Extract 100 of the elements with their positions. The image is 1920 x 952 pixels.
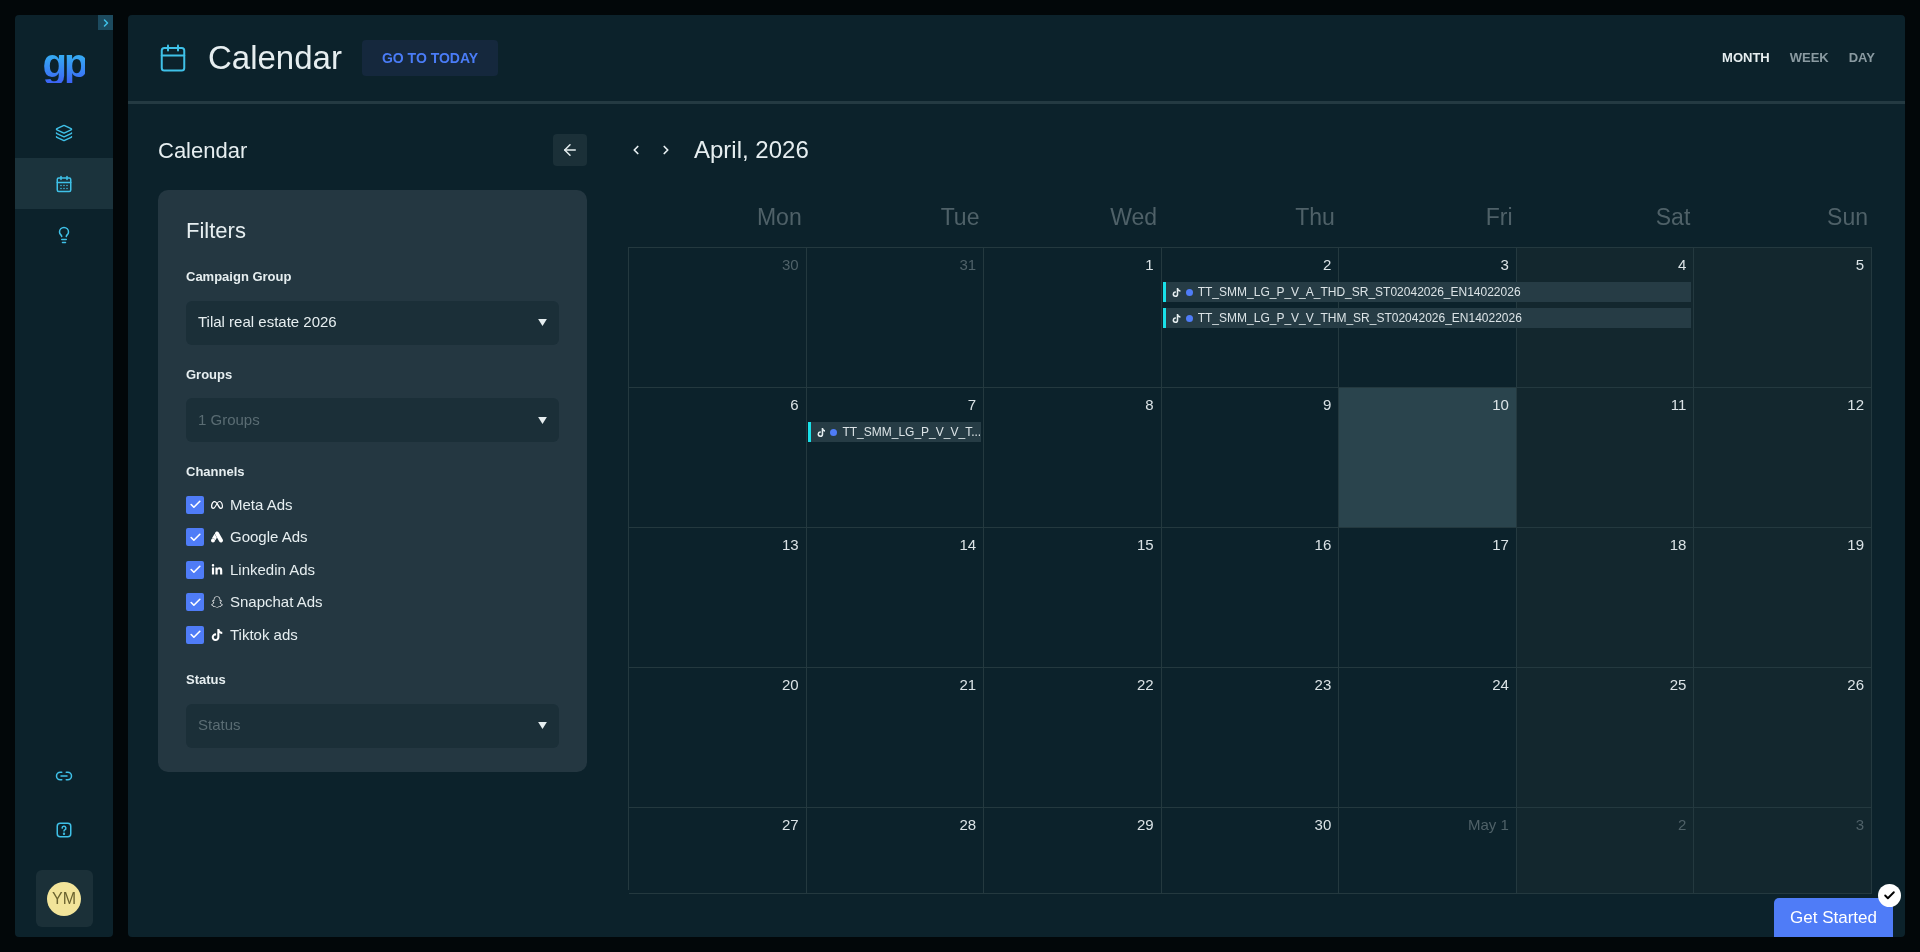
day-number: 11	[1670, 395, 1687, 415]
day-cell[interactable]: 10	[1339, 388, 1517, 528]
view-tab[interactable]: WEEK	[1789, 48, 1829, 68]
weekday-header: Wed	[1110, 203, 1158, 232]
day-number: 2	[1678, 815, 1687, 835]
dropdown-field[interactable]: Tilal real estate 2026	[186, 300, 559, 345]
day-cell[interactable]: 1	[984, 248, 1162, 388]
tiktok-icon	[211, 628, 223, 641]
google-ads-icon	[211, 531, 223, 544]
check-icon	[1883, 889, 1896, 902]
channel-label: Meta Ads	[230, 494, 293, 515]
day-number: 28	[959, 815, 977, 835]
checkbox[interactable]	[186, 625, 204, 644]
day-number: 10	[1492, 395, 1509, 415]
day-number: 14	[959, 535, 977, 555]
tiktok-icon	[816, 427, 826, 437]
view-tab[interactable]: DAY	[1848, 48, 1875, 68]
day-number: 27	[781, 815, 799, 835]
checkbox[interactable]	[186, 560, 204, 579]
day-number: 2	[1322, 255, 1332, 275]
channel-label: Tiktok ads	[230, 624, 298, 645]
checkbox[interactable]	[186, 528, 204, 547]
day-number: 25	[1669, 675, 1687, 695]
day-cell[interactable]: 26	[1694, 668, 1872, 808]
avatar: YM	[47, 881, 81, 916]
day-cell[interactable]: 17	[1339, 528, 1517, 668]
card-title: Filters	[186, 217, 247, 245]
day-cell[interactable]: 15	[984, 528, 1162, 668]
layers-icon	[55, 123, 73, 142]
checkbox[interactable]	[186, 495, 204, 514]
linkedin-icon	[211, 563, 223, 576]
day-number: 7	[967, 395, 977, 415]
day-cell[interactable]: 19	[1694, 528, 1872, 668]
day-cell[interactable]: 16	[1161, 528, 1340, 668]
sidebar-toggle-button[interactable]	[98, 15, 113, 30]
day-cell[interactable]: 22	[984, 668, 1162, 808]
day-cell[interactable]: 13	[629, 528, 807, 668]
day-number: 8	[1145, 395, 1154, 415]
check-icon	[188, 595, 202, 609]
day-cell[interactable]: 25	[1516, 668, 1695, 808]
day-cell[interactable]: 14	[806, 528, 985, 668]
day-number: 3	[1855, 815, 1864, 835]
back-button[interactable]	[553, 134, 587, 166]
day-cell[interactable]: 5	[1694, 248, 1872, 388]
day-number: 19	[1847, 535, 1864, 555]
channel-label: Snapchat Ads	[230, 592, 323, 612]
panel-title: Calendar	[158, 136, 248, 165]
day-cell[interactable]: 24	[1339, 668, 1517, 808]
help-icon	[55, 821, 73, 839]
day-number: 9	[1322, 395, 1332, 415]
day-number: 20	[781, 675, 799, 695]
day-number: 4	[1678, 255, 1687, 275]
day-cell[interactable]: 11	[1516, 388, 1695, 528]
weekday-header: Sat	[1655, 203, 1691, 232]
channel-label: Linkedin Ads	[230, 559, 316, 580]
day-number: 24	[1492, 675, 1509, 695]
day-number: 3	[1500, 255, 1509, 275]
day-number: 17	[1492, 535, 1509, 555]
dropdown-caret-icon	[538, 722, 547, 729]
day-number: 18	[1669, 535, 1687, 555]
day-cell[interactable]: 21	[806, 668, 985, 808]
calendar-icon	[55, 174, 73, 193]
day-cell[interactable]: 18	[1516, 528, 1695, 668]
event-chip[interactable]: TT_SMM_LG_P_V_A_THD_SR_ST02042026_EN14022026	[1162, 282, 1692, 302]
meta-icon	[211, 498, 223, 511]
day-number: 12	[1847, 395, 1864, 415]
day-number: 30	[781, 255, 799, 275]
day-number: 29	[1137, 815, 1154, 835]
day-cell[interactable]: 29	[984, 808, 1162, 894]
day-cell[interactable]: 30	[1161, 808, 1340, 894]
day-cell[interactable]: 28	[806, 808, 985, 894]
day-cell[interactable]: 8	[984, 388, 1162, 528]
day-number: May 1	[1468, 815, 1509, 835]
avatar-tile[interactable]: YM	[35, 870, 93, 927]
page-title: Calendar	[208, 38, 342, 79]
view-tab[interactable]: MONTH	[1722, 48, 1770, 68]
day-number: 6	[790, 395, 799, 415]
day-number: 31	[959, 255, 977, 275]
day-number: 13	[781, 535, 799, 555]
month-title: April, 2026	[694, 135, 809, 165]
event-chip[interactable]: TT_SMM_LG_P_V_V_THM_SR_ST02042026_EN14022026	[1162, 308, 1692, 328]
weekday-header: Thu	[1295, 203, 1335, 232]
event-chip[interactable]: TT_SMM_LG_P_V_V_T...	[807, 422, 982, 442]
day-number: 15	[1137, 535, 1154, 555]
day-cell[interactable]: 20	[629, 668, 807, 808]
day-number: 16	[1314, 535, 1332, 555]
day-cell[interactable]: 23	[1161, 668, 1340, 808]
checkbox[interactable]	[186, 593, 204, 612]
field-label: Status	[186, 671, 227, 689]
day-number: 21	[959, 675, 977, 695]
go-to-today-button[interactable]: GO TO TODAY	[361, 40, 499, 76]
weekday-header: Sun	[1827, 203, 1868, 232]
get-started-button[interactable]: Get Started	[1774, 898, 1893, 937]
weekday-header: Fri	[1485, 203, 1513, 232]
dropdown-caret-icon	[538, 319, 547, 326]
field-label: Channels	[186, 463, 246, 481]
day-cell[interactable]: 6	[629, 388, 807, 528]
day-cell[interactable]: 27	[629, 808, 807, 894]
day-cell[interactable]: 12	[1694, 388, 1872, 528]
dropdown-caret-icon	[538, 416, 547, 424]
